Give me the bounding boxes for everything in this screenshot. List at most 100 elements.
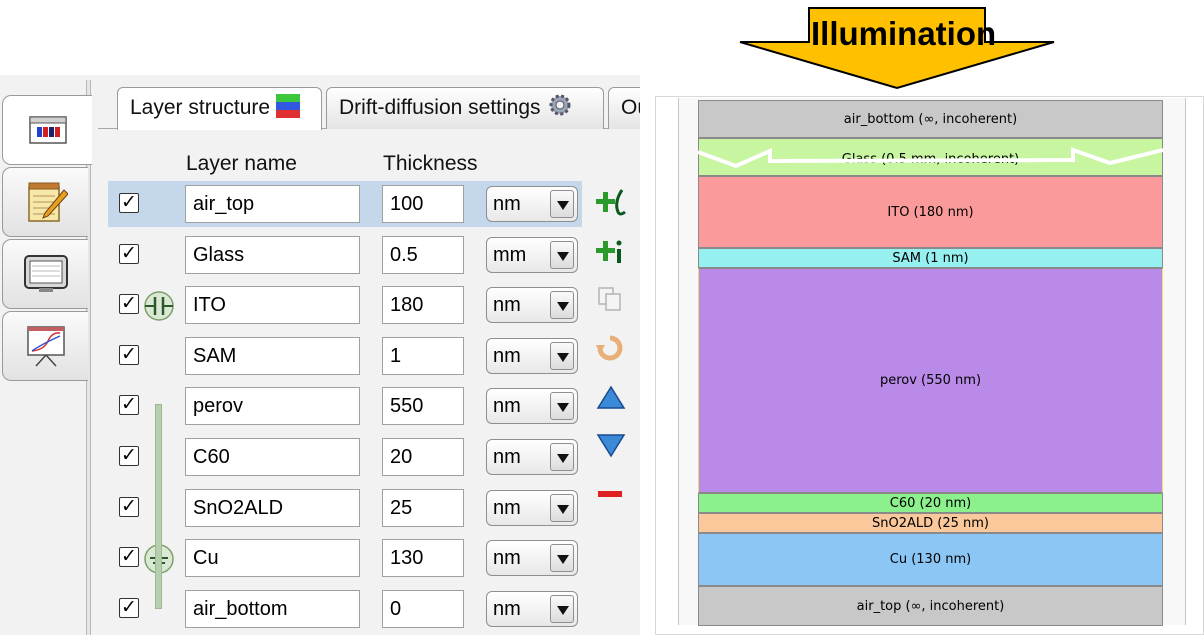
thickness-unit-select[interactable]: nm bbox=[486, 591, 578, 627]
thickness-unit-select[interactable]: nm bbox=[486, 388, 578, 424]
layer-name-input[interactable]: SAM bbox=[185, 337, 360, 375]
layer-row[interactable]: ✓ Glass 0.5 mm bbox=[108, 232, 582, 278]
thickness-unit-select[interactable]: nm bbox=[486, 490, 578, 526]
contact-span-line bbox=[155, 404, 162, 609]
layer-name-input[interactable]: Glass bbox=[185, 236, 360, 274]
glass-break-symbol bbox=[698, 147, 1163, 169]
layer-thickness-input[interactable]: 130 bbox=[382, 539, 464, 577]
layer-enabled-checkbox[interactable]: ✓ bbox=[119, 244, 139, 264]
thickness-unit-select[interactable]: nm bbox=[486, 338, 578, 374]
chevron-down-icon[interactable] bbox=[550, 443, 574, 471]
layer-name-input[interactable]: air_bottom bbox=[185, 590, 360, 628]
layer-thickness-input[interactable]: 180 bbox=[382, 286, 464, 324]
thickness-unit-select[interactable]: nm bbox=[486, 186, 578, 222]
layer-name-input[interactable]: ITO bbox=[185, 286, 360, 324]
layer-row[interactable]: ✓ perov 550 nm bbox=[108, 383, 582, 429]
layer-enabled-checkbox[interactable]: ✓ bbox=[119, 446, 139, 466]
layer-stack-icon bbox=[28, 116, 67, 144]
monitor-icon bbox=[23, 255, 68, 292]
tab-layer-structure[interactable]: Layer structure bbox=[117, 87, 322, 130]
layer-row[interactable]: ✓ air_bottom 0 nm bbox=[108, 586, 582, 632]
layer-thickness-input[interactable]: 550 bbox=[382, 387, 464, 425]
layer-name-input[interactable]: air_top bbox=[185, 185, 360, 223]
chevron-down-icon[interactable] bbox=[550, 241, 574, 269]
layer-name-input[interactable]: perov bbox=[185, 387, 360, 425]
layer-row[interactable]: ✓ ITO 180 nm bbox=[108, 282, 582, 328]
layer-name-input[interactable]: SnO2ALD bbox=[185, 489, 360, 527]
layer-row[interactable]: ✓ SAM 1 nm bbox=[108, 333, 582, 379]
thickness-unit-select[interactable]: mm bbox=[486, 237, 578, 273]
delete-layer-icon[interactable] bbox=[596, 489, 626, 501]
stack-layer-label: SnO2ALD (25 nm) bbox=[869, 515, 992, 531]
stack-layer: air_bottom (∞, incoherent) bbox=[698, 100, 1163, 138]
layer-enabled-checkbox[interactable]: ✓ bbox=[119, 345, 139, 365]
thickness-unit-select[interactable]: nm bbox=[486, 287, 578, 323]
layer-enabled-checkbox[interactable]: ✓ bbox=[119, 497, 139, 517]
layer-thickness-input[interactable]: 0 bbox=[382, 590, 464, 628]
stack-layer-label: air_top (∞, incoherent) bbox=[853, 598, 1008, 614]
stack-layer: SAM (1 nm) bbox=[698, 248, 1163, 268]
layer-row[interactable]: ✓ C60 20 nm bbox=[108, 434, 582, 480]
notepad-icon bbox=[27, 182, 68, 222]
chevron-down-icon[interactable] bbox=[550, 595, 574, 623]
layer-row[interactable]: ✓ air_top 100 nm bbox=[108, 181, 582, 227]
illumination-arrow: Illumination bbox=[736, 6, 1058, 90]
move-up-icon[interactable] bbox=[596, 385, 626, 411]
tab-drift-diffusion-settings[interactable]: Drift-diffusion settings bbox=[326, 87, 604, 129]
thickness-unit-value: nm bbox=[493, 294, 521, 316]
layer-name-input[interactable]: C60 bbox=[185, 438, 360, 476]
add-layer-icon[interactable] bbox=[596, 188, 628, 218]
stack-layer: Cu (130 nm) bbox=[698, 533, 1163, 586]
capacitor-icon[interactable] bbox=[143, 290, 175, 322]
layer-thickness-input[interactable]: 20 bbox=[382, 438, 464, 476]
layer-row[interactable]: ✓ SnO2ALD 25 nm bbox=[108, 485, 582, 531]
color-layers-icon bbox=[276, 92, 301, 130]
layer-name-input[interactable]: Cu bbox=[185, 539, 360, 577]
layer-enabled-checkbox[interactable]: ✓ bbox=[119, 294, 139, 314]
chevron-down-icon[interactable] bbox=[550, 392, 574, 420]
stack-layer: SnO2ALD (25 nm) bbox=[698, 513, 1163, 533]
layer-thickness-input[interactable]: 100 bbox=[382, 185, 464, 223]
thickness-unit-value: nm bbox=[493, 547, 521, 569]
thickness-unit-value: nm bbox=[493, 345, 521, 367]
reverse-layers-icon[interactable] bbox=[596, 335, 624, 363]
plot-icon bbox=[26, 326, 65, 367]
move-down-icon[interactable] bbox=[596, 432, 626, 458]
side-tab-bar bbox=[0, 75, 95, 635]
thickness-unit-value: nm bbox=[493, 446, 521, 468]
side-tab-notes[interactable] bbox=[2, 167, 88, 237]
tab-output[interactable]: Ou bbox=[608, 87, 640, 129]
copy-layer-icon[interactable] bbox=[596, 285, 624, 313]
layer-enabled-checkbox[interactable]: ✓ bbox=[119, 547, 139, 567]
thickness-unit-value: nm bbox=[493, 497, 521, 519]
thickness-unit-value: mm bbox=[493, 244, 527, 266]
thickness-unit-select[interactable]: nm bbox=[486, 439, 578, 475]
layer-thickness-input[interactable]: 1 bbox=[382, 337, 464, 375]
insert-layer-icon[interactable] bbox=[596, 237, 628, 267]
chevron-down-icon[interactable] bbox=[550, 342, 574, 370]
illumination-label: Illumination bbox=[811, 15, 997, 52]
thickness-unit-select[interactable]: nm bbox=[486, 540, 578, 576]
layer-thickness-input[interactable]: 25 bbox=[382, 489, 464, 527]
side-tab-display[interactable] bbox=[2, 239, 88, 309]
chevron-down-icon[interactable] bbox=[550, 291, 574, 319]
stack-layer-label: ITO (180 nm) bbox=[884, 204, 977, 220]
layer-enabled-checkbox[interactable]: ✓ bbox=[119, 598, 139, 618]
layer-thickness-input[interactable]: 0.5 bbox=[382, 236, 464, 274]
stack-layer-label: perov (550 nm) bbox=[876, 373, 985, 388]
layer-enabled-checkbox[interactable]: ✓ bbox=[119, 193, 139, 213]
chevron-down-icon[interactable] bbox=[550, 494, 574, 522]
stack-layer: air_top (∞, incoherent) bbox=[698, 586, 1163, 626]
side-tab-results[interactable] bbox=[2, 311, 88, 381]
tab-output-label: Ou bbox=[621, 96, 640, 119]
layer-enabled-checkbox[interactable]: ✓ bbox=[119, 395, 139, 415]
chevron-down-icon[interactable] bbox=[550, 544, 574, 572]
stack-layer-label: SAM (1 nm) bbox=[889, 250, 972, 266]
tab-layer-structure-label: Layer structure bbox=[130, 96, 271, 119]
thickness-unit-value: nm bbox=[493, 395, 521, 417]
thickness-unit-value: nm bbox=[493, 598, 521, 620]
chevron-down-icon[interactable] bbox=[550, 190, 574, 218]
layer-editor-panel: Layer structure Drift-diffusion settings… bbox=[0, 75, 640, 635]
layer-row[interactable]: ✓ Cu 130 nm bbox=[108, 535, 582, 581]
side-tab-layers[interactable] bbox=[2, 95, 92, 165]
